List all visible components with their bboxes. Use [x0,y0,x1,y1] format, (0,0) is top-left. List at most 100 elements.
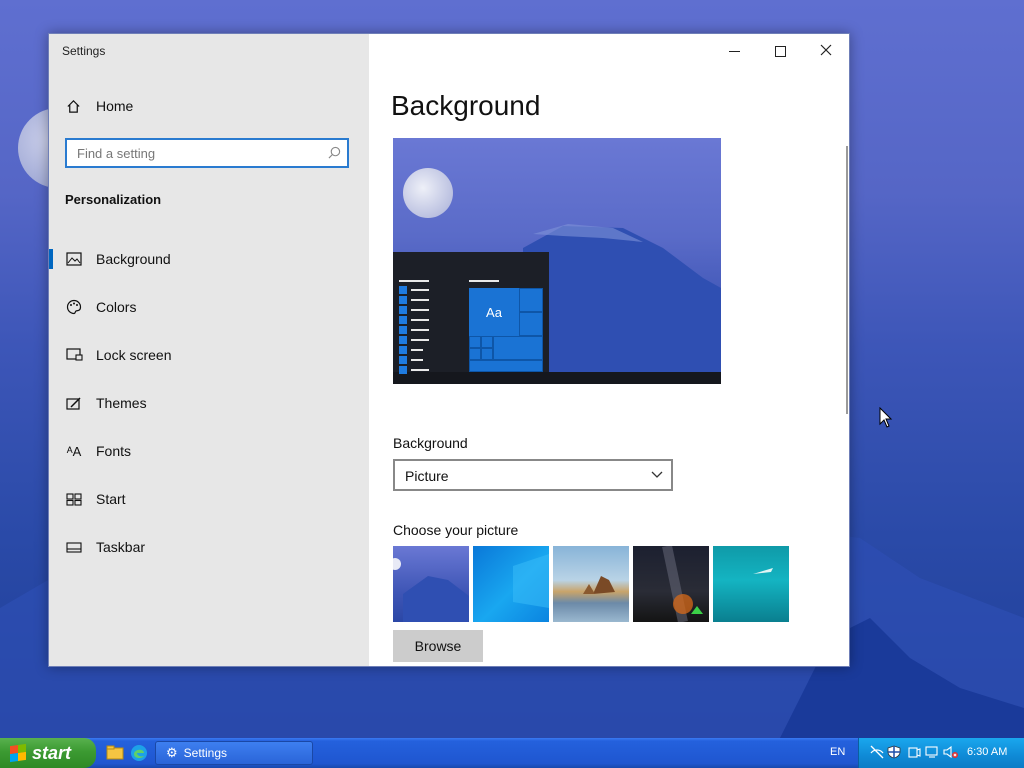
preview-tile [519,288,543,312]
preview-tile [469,336,481,348]
close-button[interactable] [803,36,849,66]
preview-taskbar [393,372,721,384]
system-tray: 6:30 AM [858,738,1024,768]
preview-menu-line [411,299,429,301]
picture-thumbnail-night-sky[interactable] [633,546,709,622]
sidebar-item-label: Fonts [96,443,132,459]
preview-menu-line [399,280,429,282]
preview-tile [469,360,543,372]
scrollbar[interactable] [846,146,848,414]
preview-menu-line [411,309,429,311]
preview-menu-square [399,356,407,364]
minimize-icon [728,50,740,52]
settings-sidebar: Settings Home Find a setting Personaliza… [49,34,369,666]
maximize-icon [774,45,786,57]
windows-flag-icon [10,743,26,763]
preview-tile [493,336,543,360]
preview-tile [519,312,543,336]
taskbar-settings-label: Settings [183,746,228,760]
chevron-down-icon [651,468,663,483]
start-button[interactable]: start [0,738,96,768]
settings-content: Background Aa Background Picture Choose … [369,34,849,666]
preview-menu-square [399,286,407,294]
volume-muted-icon[interactable] [943,745,959,762]
picture-thumbnail-beach[interactable] [553,546,629,622]
brush-icon [65,396,83,411]
search-icon [328,146,341,162]
lock-screen-icon [65,348,83,362]
picture-thumbnail-underwater[interactable] [713,546,789,622]
sidebar-item-background[interactable]: Background [49,239,369,279]
search-placeholder: Find a setting [77,146,156,161]
display-network-icon[interactable] [925,745,941,762]
preview-tile [481,336,493,348]
preview-menu-square [399,326,407,334]
sidebar-item-themes[interactable]: Themes [49,383,369,423]
start-icon [65,492,83,506]
background-type-dropdown[interactable]: Picture [393,459,673,491]
start-label: start [32,742,72,763]
sidebar-item-taskbar[interactable]: Taskbar [49,527,369,567]
preview-menu-square [399,306,407,314]
preview-menu-line [411,369,429,371]
page-title: Background [391,90,541,121]
network-off-icon[interactable] [869,745,885,762]
sidebar-item-lock-screen[interactable]: Lock screen [49,335,369,375]
preview-menu-line [411,329,429,331]
preview-tile [481,348,493,360]
palette-icon [65,299,83,315]
preview-tile-aa: Aa [469,288,519,336]
edge-browser-icon[interactable] [130,744,148,762]
window-title: Settings [62,44,106,58]
choose-picture-label: Choose your picture [393,522,519,538]
preview-menu-square [399,296,407,304]
file-explorer-icon[interactable] [106,744,124,762]
minimize-button[interactable] [711,36,757,66]
home-label: Home [96,98,134,114]
font-icon: ᴬA [66,443,82,459]
sidebar-item-label: Colors [96,299,137,315]
sidebar-item-label: Background [96,251,171,267]
settings-window: Settings Home Find a setting Personaliza… [48,33,850,667]
security-shield-icon[interactable] [887,745,901,762]
maximize-button[interactable] [757,36,803,66]
search-input[interactable]: Find a setting [65,138,349,168]
language-indicator[interactable]: EN [830,746,845,758]
mouse-cursor-icon [879,406,893,434]
preview-menu-line [411,289,429,291]
preview-tile [469,348,481,360]
sidebar-item-label: Taskbar [96,539,146,555]
picture-thumbnail-windows[interactable] [473,546,549,622]
dropdown-value: Picture [405,468,449,484]
preview-menu-square [399,336,407,344]
background-type-label: Background [393,435,468,451]
picture-thumbnail-mountain[interactable] [393,546,469,622]
browse-button[interactable]: Browse [393,630,483,662]
selected-indicator [49,249,53,269]
section-title: Personalization [65,192,162,207]
taskbar-icon [65,541,83,553]
sidebar-item-label: Start [96,491,126,507]
gear-icon: ⚙ [166,745,178,760]
sidebar-item-label: Lock screen [96,347,172,363]
sidebar-item-fonts[interactable]: ᴬA Fonts [49,431,369,471]
preview-menu-line [411,349,423,351]
sidebar-item-label: Themes [96,395,147,411]
taskbar-settings-button[interactable]: ⚙ Settings [155,741,313,765]
preview-menu-line [411,319,429,321]
preview-menu-square [399,366,407,374]
preview-menu-line [469,280,499,282]
home-nav-item[interactable]: Home [65,98,133,114]
background-preview: Aa [393,138,721,384]
close-icon [820,43,832,59]
preview-menu-line [411,339,429,341]
taskbar-clock[interactable]: 6:30 AM [967,746,1007,758]
preview-menu-square [399,346,407,354]
sidebar-item-colors[interactable]: Colors [49,287,369,327]
home-icon [65,98,81,114]
preview-menu-square [399,316,407,324]
taskbar: start ⚙ Settings EN 6:30 AM [0,738,1024,768]
device-icon[interactable] [907,745,921,762]
sidebar-item-start[interactable]: Start [49,479,369,519]
preview-menu-line [411,359,423,361]
